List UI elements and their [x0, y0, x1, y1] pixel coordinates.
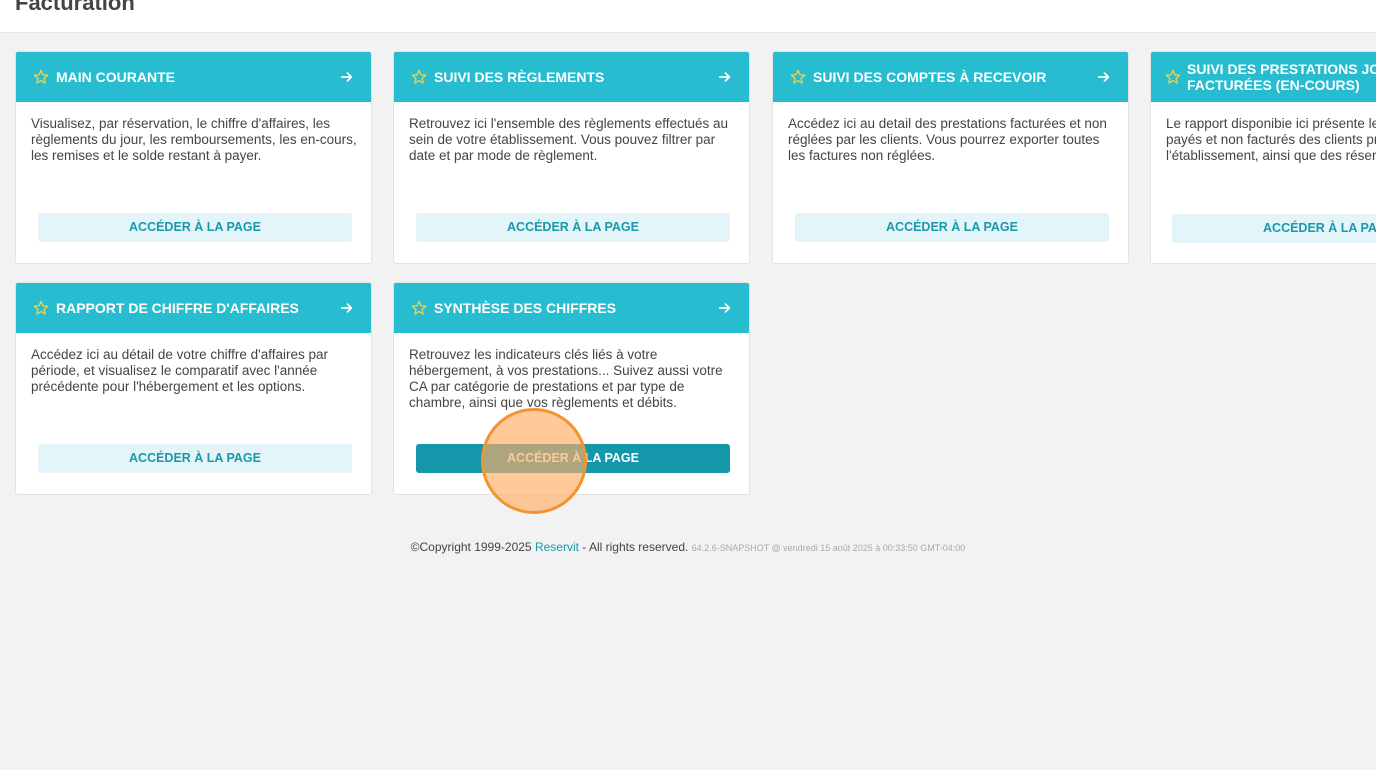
rights-text: - All rights reserved. [578, 540, 692, 554]
card-suivi-prestations: SUIVI DES PRESTATIONS JOURNALIÈRES NON F… [1150, 51, 1376, 264]
star-icon[interactable] [1165, 69, 1181, 85]
arrow-right-icon[interactable] [718, 70, 732, 84]
star-icon[interactable] [411, 300, 427, 316]
card-description: Visualisez, par réservation, le chiffre … [31, 116, 357, 163]
card-header-rapport-ca[interactable]: RAPPORT DE CHIFFRE D'AFFAIRES [16, 283, 371, 333]
arrow-right-icon[interactable] [340, 301, 354, 315]
card-description: Retrouvez ici l'ensemble des règlements … [409, 116, 728, 163]
card-description: Accédez ici au détail de votre chiffre d… [31, 347, 328, 394]
version-text: 64.2.6-SNAPSHOT @ vendredi 15 août 2025 … [691, 543, 966, 553]
card-title: SYNTHÈSE DES CHIFFRES [434, 300, 617, 316]
star-icon[interactable] [33, 300, 49, 316]
access-page-button[interactable]: ACCÉDER À LA PAGE [1172, 214, 1376, 243]
card-description: Le rapport disponibie ici présente les m… [1166, 116, 1376, 163]
card-main-courante: MAIN COURANTE Visualisez, par réservatio… [15, 51, 372, 264]
footer: ©Copyright 1999-2025 Reservit - All righ… [0, 538, 1376, 557]
card-title: SUIVI DES COMPTES À RECEVOIR [813, 69, 1047, 85]
page-title: Facturation [15, 0, 135, 15]
arrow-right-icon[interactable] [340, 70, 354, 84]
access-page-button[interactable]: ACCÉDER À LA PAGE [416, 213, 730, 242]
card-synthese-chiffres: SYNTHÈSE DES CHIFFRES Retrouvez les indi… [393, 282, 750, 495]
card-header-synthese-chiffres[interactable]: SYNTHÈSE DES CHIFFRES [394, 283, 749, 333]
card-title: SUIVI DES PRESTATIONS JOURNALIÈRES NON F… [1187, 61, 1376, 93]
card-rapport-ca: RAPPORT DE CHIFFRE D'AFFAIRES Accédez ic… [15, 282, 372, 495]
access-page-button[interactable]: ACCÉDER À LA PAGE [38, 213, 352, 242]
card-title: SUIVI DES RÈGLEMENTS [434, 69, 605, 85]
arrow-right-icon[interactable] [1097, 70, 1111, 84]
arrow-right-icon[interactable] [718, 301, 732, 315]
page-header: Facturation [0, 0, 1376, 33]
copyright-text: ©Copyright 1999-2025 [410, 540, 535, 554]
card-title: RAPPORT DE CHIFFRE D'AFFAIRES [56, 300, 299, 316]
reservit-link[interactable]: Reservit [535, 540, 579, 554]
card-description: Accédez ici au detail des prestations fa… [788, 116, 1107, 163]
card-header-suivi-comptes[interactable]: SUIVI DES COMPTES À RECEVOIR [773, 52, 1128, 102]
card-description: Retrouvez les indicateurs clés liés à vo… [409, 347, 723, 410]
card-header-suivi-prestations[interactable]: SUIVI DES PRESTATIONS JOURNALIÈRES NON F… [1151, 52, 1376, 102]
card-title: MAIN COURANTE [56, 69, 175, 85]
access-page-button[interactable]: ACCÉDER À LA PAGE [795, 213, 1109, 242]
access-page-button[interactable]: ACCÉDER À LA PAGE [38, 444, 352, 473]
star-icon[interactable] [790, 69, 806, 85]
access-page-button[interactable]: ACCÉDER À LA PAGE [416, 444, 730, 473]
card-suivi-comptes: SUIVI DES COMPTES À RECEVOIR Accédez ici… [772, 51, 1129, 264]
card-header-main-courante[interactable]: MAIN COURANTE [16, 52, 371, 102]
star-icon[interactable] [33, 69, 49, 85]
star-icon[interactable] [411, 69, 427, 85]
card-suivi-reglements: SUIVI DES RÈGLEMENTS Retrouvez ici l'ens… [393, 51, 750, 264]
card-header-suivi-reglements[interactable]: SUIVI DES RÈGLEMENTS [394, 52, 749, 102]
